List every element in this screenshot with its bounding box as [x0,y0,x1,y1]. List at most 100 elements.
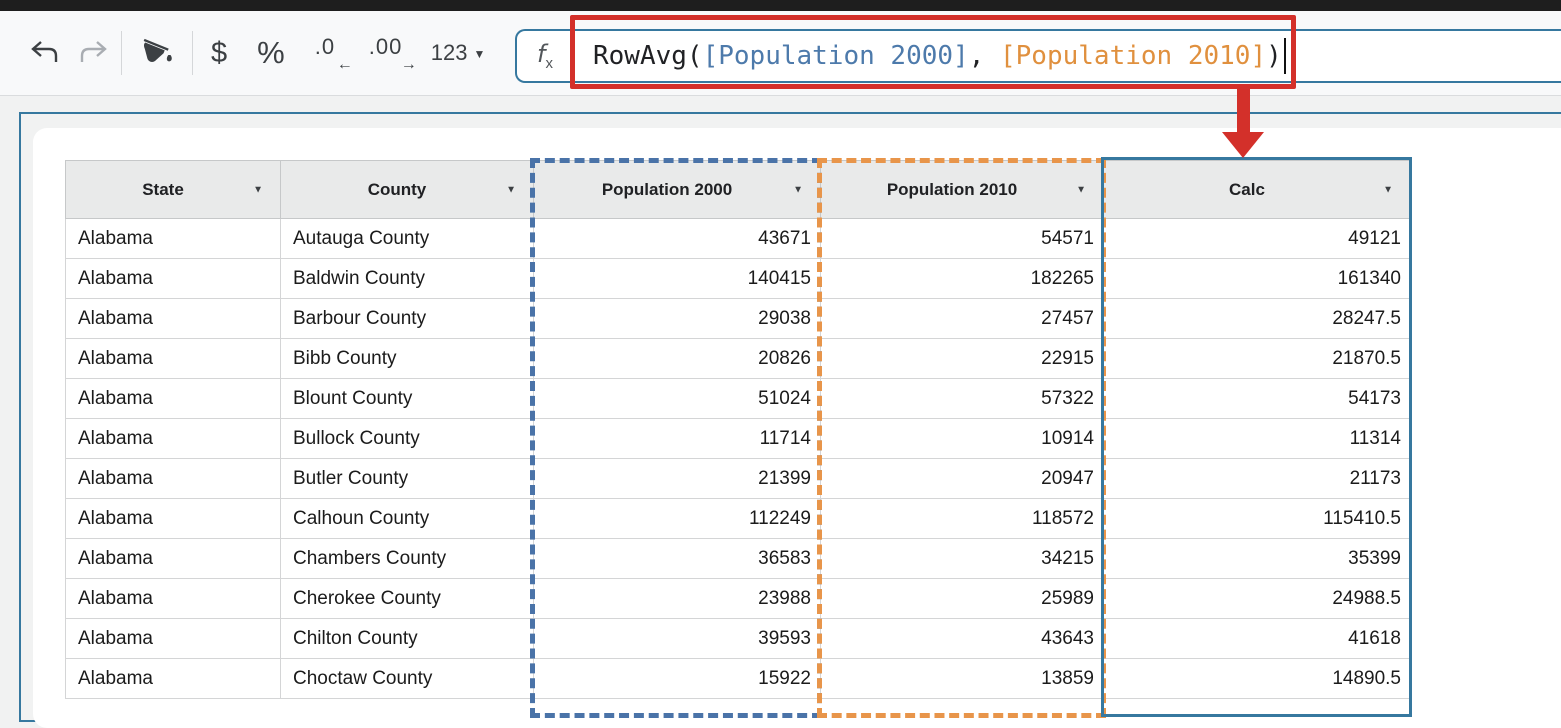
cell-pop2010[interactable]: 57322 [821,379,1104,419]
cell-calc[interactable]: 115410.5 [1104,499,1411,539]
cell-pop2000[interactable]: 29038 [534,299,821,339]
formula-token-close: ) [1266,41,1282,71]
redo-button[interactable] [78,27,108,79]
cell-calc[interactable]: 49121 [1104,219,1411,259]
cell-county[interactable]: Barbour County [281,299,534,339]
table-row: Alabama Bullock County 11714 10914 11314 [66,419,1411,459]
table-row: Alabama Autauga County 43671 54571 49121 [66,219,1411,259]
fill-color-button[interactable] [137,27,177,79]
cell-state[interactable]: Alabama [66,419,281,459]
toolbar-divider [192,31,193,75]
cell-pop2010[interactable]: 13859 [821,659,1104,699]
undo-icon [30,39,60,68]
cell-county[interactable]: Bullock County [281,419,534,459]
format-percent-button[interactable]: % [257,27,285,79]
cell-calc[interactable]: 24988.5 [1104,579,1411,619]
undo-button[interactable] [30,27,60,79]
cell-calc[interactable]: 11314 [1104,419,1411,459]
cell-pop2010[interactable]: 25989 [821,579,1104,619]
cell-calc[interactable]: 41618 [1104,619,1411,659]
column-menu-arrow-icon[interactable]: ▼ [506,184,516,195]
cell-state[interactable]: Alabama [66,379,281,419]
cell-county[interactable]: Chambers County [281,539,534,579]
cell-pop2010[interactable]: 43643 [821,619,1104,659]
cell-county[interactable]: Calhoun County [281,499,534,539]
cell-pop2000[interactable]: 39593 [534,619,821,659]
cell-pop2000[interactable]: 11714 [534,419,821,459]
cell-pop2000[interactable]: 20826 [534,339,821,379]
number-format-menu-button[interactable]: 123 ▼ [431,27,486,79]
formula-token-function: RowAvg( [593,41,703,71]
cell-county[interactable]: Autauga County [281,219,534,259]
cell-calc[interactable]: 14890.5 [1104,659,1411,699]
cell-pop2010[interactable]: 54571 [821,219,1104,259]
cell-state[interactable]: Alabama [66,459,281,499]
cell-calc[interactable]: 161340 [1104,259,1411,299]
cell-county[interactable]: Choctaw County [281,659,534,699]
cell-pop2000[interactable]: 112249 [534,499,821,539]
cell-calc[interactable]: 21870.5 [1104,339,1411,379]
cell-state[interactable]: Alabama [66,499,281,539]
cell-pop2010[interactable]: 20947 [821,459,1104,499]
cell-pop2000[interactable]: 140415 [534,259,821,299]
column-header-pop2000[interactable]: Population 2000 ▼ [534,161,821,219]
number-format-label: 123 [431,40,468,66]
cell-calc[interactable]: 21173 [1104,459,1411,499]
table-row: Alabama Bibb County 20826 22915 21870.5 [66,339,1411,379]
cell-state[interactable]: Alabama [66,579,281,619]
column-menu-arrow-icon[interactable]: ▼ [1383,184,1393,195]
column-menu-arrow-icon[interactable]: ▼ [793,184,803,195]
cell-pop2000[interactable]: 36583 [534,539,821,579]
cell-county[interactable]: Cherokee County [281,579,534,619]
chevron-down-icon: ▼ [473,47,485,61]
decrease-decimal-button[interactable]: .0 ← [313,33,353,73]
cell-pop2000[interactable]: 21399 [534,459,821,499]
cell-calc[interactable]: 35399 [1104,539,1411,579]
column-header-calc[interactable]: Calc ▼ [1104,161,1411,219]
table-row: Alabama Butler County 21399 20947 21173 [66,459,1411,499]
cell-calc[interactable]: 28247.5 [1104,299,1411,339]
cell-county[interactable]: Blount County [281,379,534,419]
column-header-county[interactable]: County ▼ [281,161,534,219]
column-menu-arrow-icon[interactable]: ▼ [1076,184,1086,195]
cell-pop2010[interactable]: 27457 [821,299,1104,339]
column-header-state[interactable]: State ▼ [66,161,281,219]
cell-state[interactable]: Alabama [66,659,281,699]
window-top-bar [0,0,1561,11]
cell-county[interactable]: Bibb County [281,339,534,379]
column-menu-arrow-icon[interactable]: ▼ [253,184,263,195]
cell-pop2010[interactable]: 34215 [821,539,1104,579]
cell-pop2000[interactable]: 23988 [534,579,821,619]
cell-pop2000[interactable]: 43671 [534,219,821,259]
percent-icon: % [257,35,285,71]
cell-state[interactable]: Alabama [66,299,281,339]
formula-token-field-pop2000: [Population 2000] [703,41,969,71]
table-row: Alabama Chilton County 39593 43643 41618 [66,619,1411,659]
cell-state[interactable]: Alabama [66,259,281,299]
cell-pop2010[interactable]: 10914 [821,419,1104,459]
column-header-pop2010[interactable]: Population 2010 ▼ [821,161,1104,219]
cell-calc[interactable]: 54173 [1104,379,1411,419]
cell-county[interactable]: Baldwin County [281,259,534,299]
cell-state[interactable]: Alabama [66,339,281,379]
fx-icon: fx [517,40,573,72]
column-label: Calc [1229,180,1265,199]
cell-county[interactable]: Butler County [281,459,534,499]
cell-pop2000[interactable]: 51024 [534,379,821,419]
increase-decimal-button[interactable]: .00 → [367,33,417,73]
cell-state[interactable]: Alabama [66,619,281,659]
cell-pop2010[interactable]: 118572 [821,499,1104,539]
cell-county[interactable]: Chilton County [281,619,534,659]
column-label: Population 2000 [602,180,732,199]
redo-icon [78,39,108,68]
cell-pop2010[interactable]: 182265 [821,259,1104,299]
cell-state[interactable]: Alabama [66,539,281,579]
cell-pop2010[interactable]: 22915 [821,339,1104,379]
table-row: Alabama Barbour County 29038 27457 28247… [66,299,1411,339]
format-currency-button[interactable]: $ [211,27,227,79]
cell-state[interactable]: Alabama [66,219,281,259]
cell-pop2000[interactable]: 15922 [534,659,821,699]
formula-input[interactable]: RowAvg([Population 2000], [Population 20… [573,38,1561,74]
formula-token-field-pop2010: [Population 2010] [1000,41,1266,71]
table-row: Alabama Choctaw County 15922 13859 14890… [66,659,1411,699]
